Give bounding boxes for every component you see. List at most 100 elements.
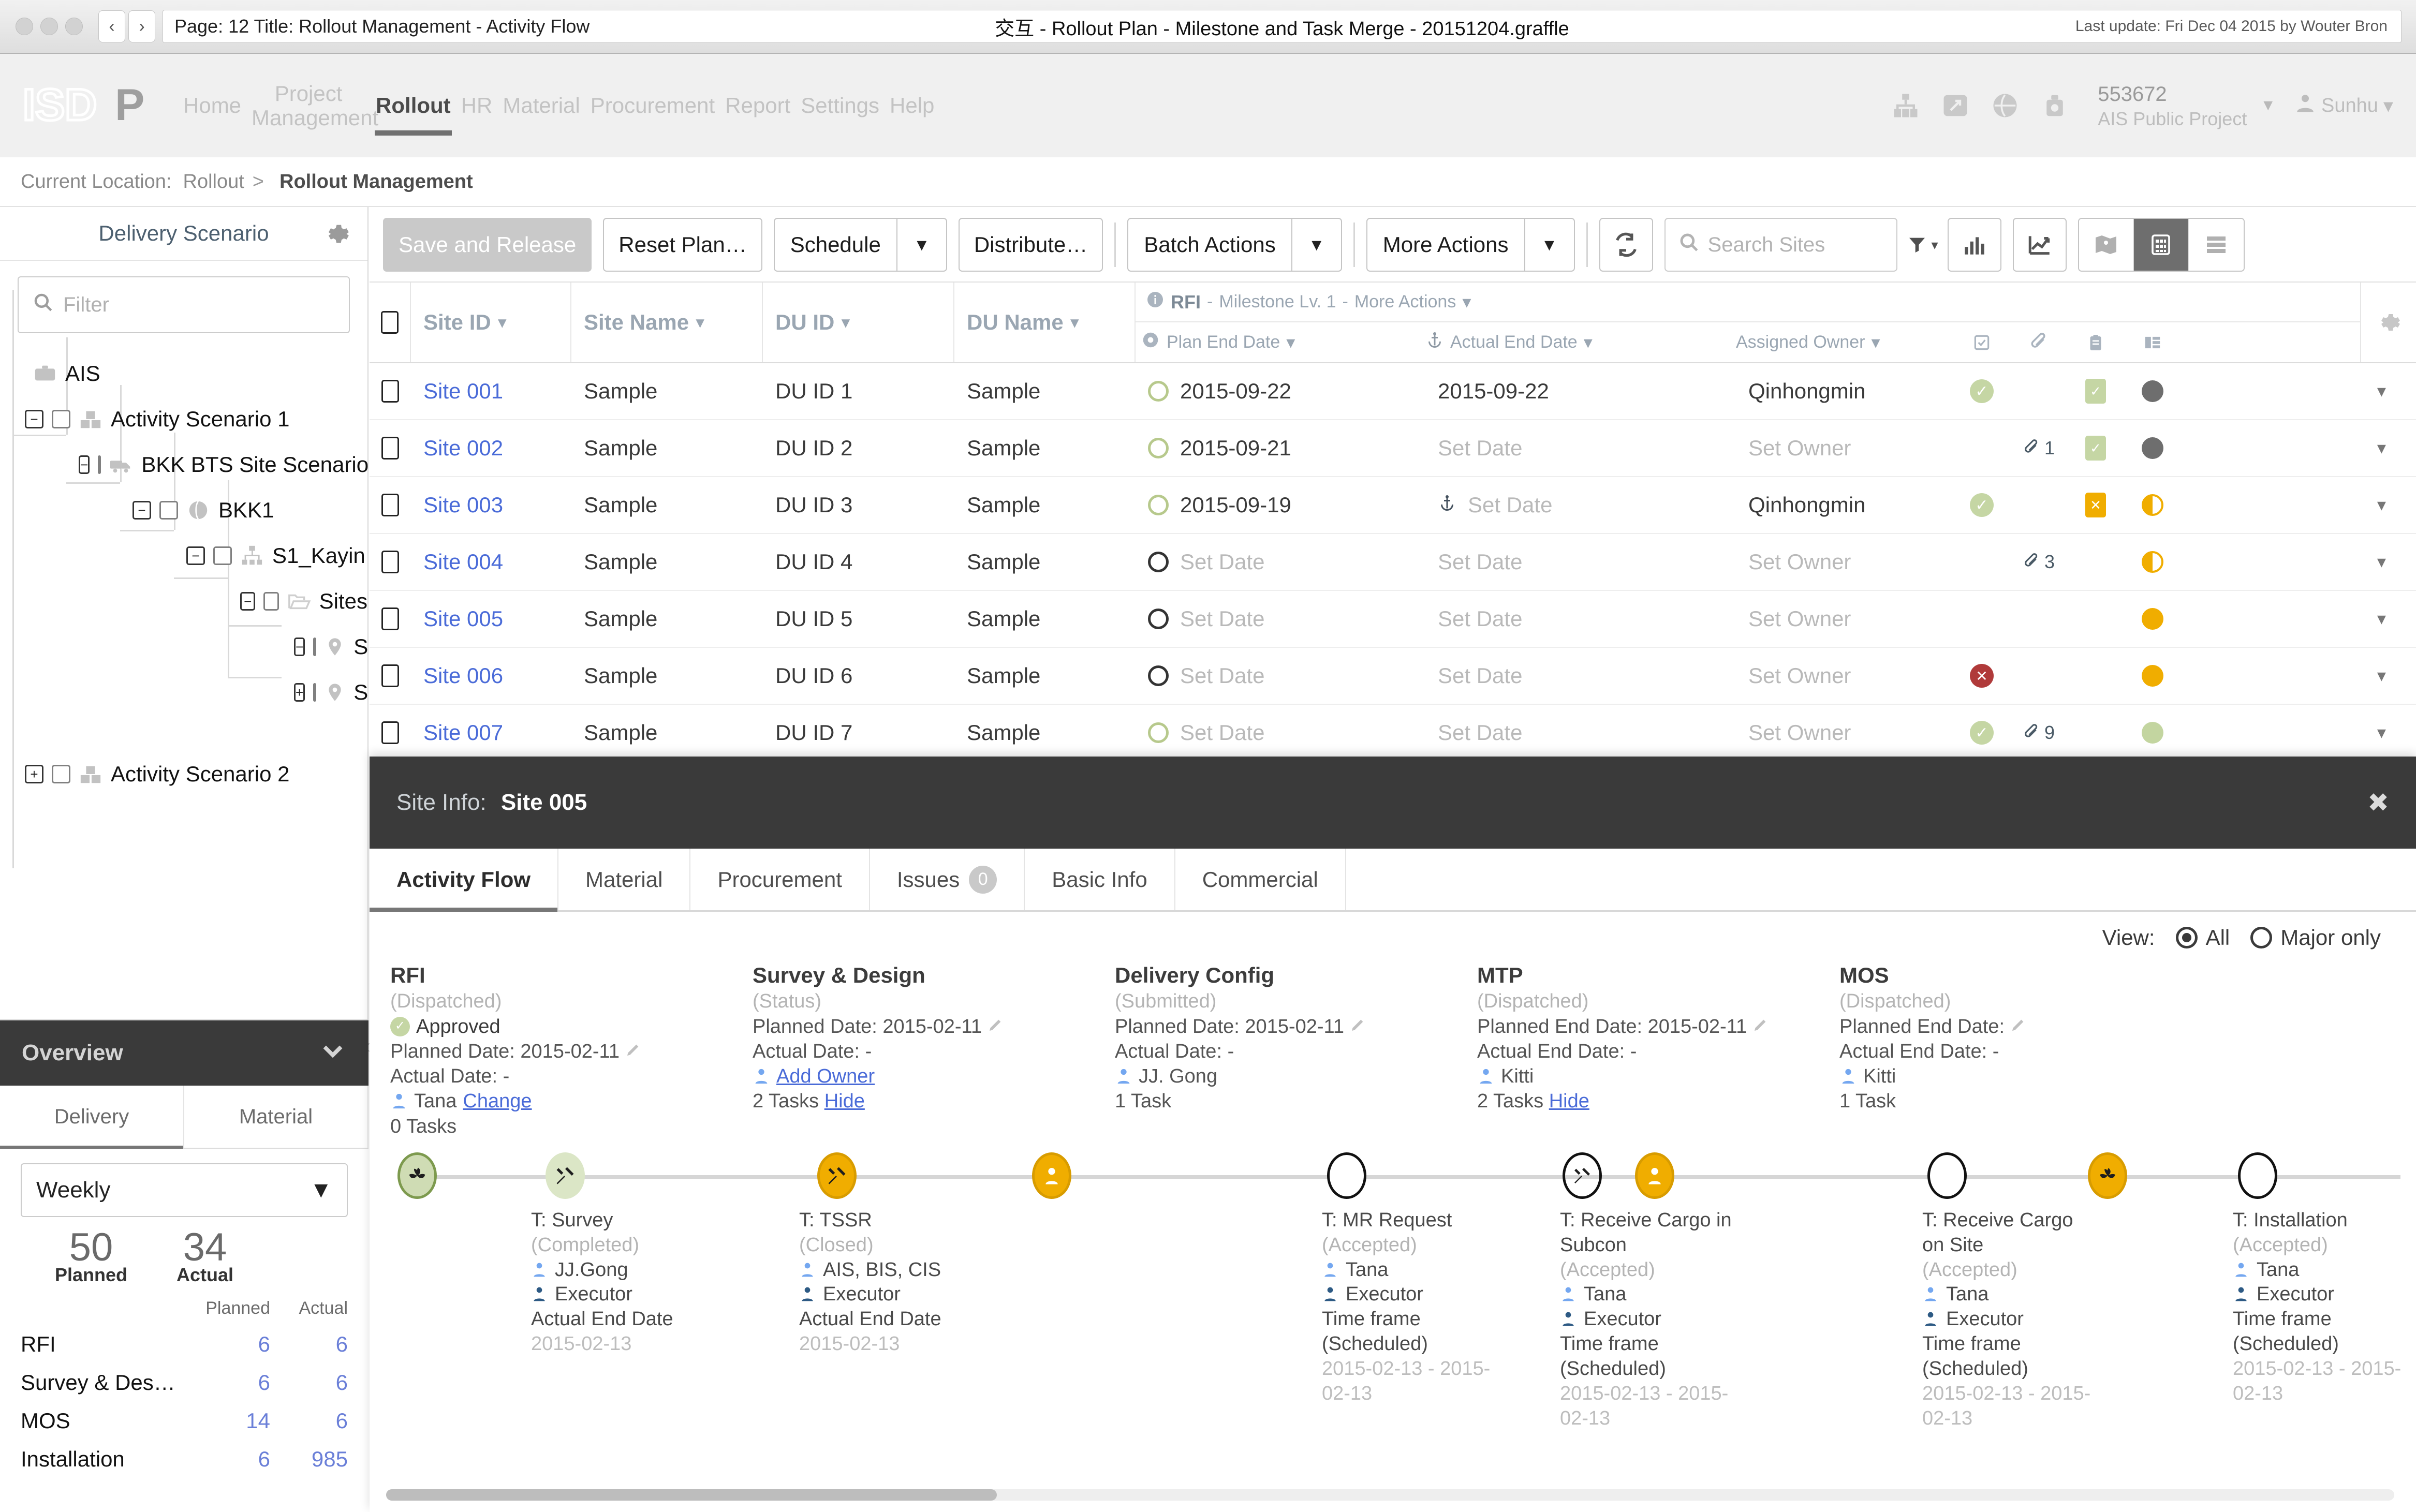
nav-item-settings[interactable]: Settings bbox=[795, 93, 885, 117]
overview-tabs[interactable]: Delivery Material bbox=[0, 1086, 369, 1149]
edit-pencil-icon[interactable] bbox=[988, 1014, 1004, 1031]
row-menu-caret-icon[interactable]: ▾ bbox=[2181, 609, 2416, 629]
schedule-split-button[interactable]: Schedule ▼ bbox=[773, 218, 947, 272]
tree-item-activity-scenario-2[interactable]: + Activity Scenario 2 bbox=[25, 751, 367, 797]
grid-view-icon[interactable] bbox=[2133, 219, 2189, 271]
more-actions-split-button[interactable]: More Actions ▼ bbox=[1366, 218, 1575, 272]
schedule-label[interactable]: Schedule bbox=[775, 219, 896, 271]
hide-tasks-link[interactable]: Hide bbox=[1549, 1090, 1589, 1112]
minimize-window-button[interactable] bbox=[40, 18, 58, 35]
row-checkbox[interactable] bbox=[370, 607, 411, 630]
reset-plan-button[interactable]: Reset Plan… bbox=[603, 218, 762, 272]
column-header-site-id[interactable]: Site ID ▾ bbox=[411, 283, 571, 362]
task-survey[interactable]: T: Survey (Completed) JJ.Gong Executor A… bbox=[531, 1208, 754, 1357]
assigned-owner-cell[interactable]: Qinhongmin bbox=[1736, 493, 1953, 517]
row-checkbox[interactable] bbox=[370, 721, 411, 744]
checkbox-icon[interactable] bbox=[381, 721, 399, 744]
plan-end-date-cell[interactable]: Set Date bbox=[1136, 720, 1425, 745]
checkbox-icon[interactable] bbox=[381, 437, 399, 459]
radio-view-all[interactable]: All bbox=[2175, 925, 2230, 950]
task-mr-request[interactable]: T: MR Request (Accepted) Tana Executor T… bbox=[1322, 1208, 1493, 1406]
period-select[interactable]: Weekly ▼ bbox=[21, 1163, 348, 1217]
more-actions-label[interactable]: More Actions bbox=[1367, 219, 1524, 271]
tab-basic-info[interactable]: Basic Info bbox=[1025, 849, 1175, 910]
row-checkbox[interactable] bbox=[370, 380, 411, 403]
tree-item-bkk-bts-site-scenario[interactable]: − BKK BTS Site Scenario bbox=[79, 442, 369, 487]
row-checkbox[interactable] bbox=[370, 551, 411, 573]
plan-end-date-cell[interactable]: Set Date bbox=[1136, 606, 1425, 631]
distribute-button[interactable]: Distribute… bbox=[958, 218, 1103, 272]
actual-end-date-cell[interactable]: Set Date bbox=[1425, 606, 1736, 631]
user-menu[interactable]: Sunhu ▾ bbox=[2294, 92, 2393, 119]
tree-toggle[interactable]: − bbox=[186, 546, 205, 565]
back-button[interactable]: ‹ bbox=[98, 10, 125, 42]
tree-toggle[interactable]: + bbox=[294, 683, 305, 702]
subcolumn-assigned-owner[interactable]: Assigned Owner ▾ bbox=[1736, 332, 1953, 353]
chevron-down-icon[interactable]: ▼ bbox=[1291, 219, 1341, 271]
forward-button[interactable]: › bbox=[128, 10, 155, 42]
checkbox-icon[interactable] bbox=[381, 551, 399, 573]
plan-end-date-cell[interactable]: 2015-09-21 bbox=[1136, 436, 1425, 461]
save-and-release-button[interactable]: Save and Release bbox=[383, 218, 592, 272]
checkbox-icon[interactable] bbox=[381, 607, 399, 630]
edit-pencil-icon[interactable] bbox=[2010, 1014, 2027, 1031]
tree-toggle[interactable]: − bbox=[294, 638, 305, 656]
checkbox-icon[interactable] bbox=[381, 311, 399, 334]
tree-checkbox[interactable] bbox=[213, 546, 232, 565]
tab-material[interactable]: Material bbox=[558, 849, 691, 910]
row-checkbox[interactable] bbox=[370, 664, 411, 687]
search-input[interactable]: Search Sites bbox=[1664, 218, 1897, 272]
horizontal-scrollbar[interactable] bbox=[386, 1489, 2394, 1501]
trend-chart-icon[interactable] bbox=[2012, 218, 2067, 272]
header-icon-group[interactable] bbox=[1892, 92, 2069, 120]
tree-item-ais[interactable]: AIS bbox=[33, 351, 367, 396]
tab-material[interactable]: Material bbox=[184, 1086, 369, 1148]
tree-checkbox[interactable] bbox=[98, 455, 101, 474]
radio-view-major-only[interactable]: Major only bbox=[2250, 925, 2381, 950]
timeline-node-receive-cargo-subcon[interactable] bbox=[1563, 1152, 1602, 1199]
main-navigation[interactable]: Home Project Management Rollout HR Mater… bbox=[178, 81, 939, 136]
task-tssr[interactable]: T: TSSR (Closed) AIS, BIS, CIS Executor … bbox=[799, 1208, 1022, 1357]
chevron-down-icon[interactable]: ▾ bbox=[1462, 292, 1471, 313]
assigned-owner-cell[interactable]: Set Owner bbox=[1736, 720, 1953, 745]
nav-item-home[interactable]: Home bbox=[178, 93, 246, 117]
timeline-node-rfi[interactable] bbox=[397, 1152, 437, 1199]
refresh-icon[interactable] bbox=[1599, 218, 1653, 272]
tree-toggle[interactable]: − bbox=[79, 455, 90, 474]
actual-end-date-cell[interactable]: 2015-09-22 bbox=[1425, 379, 1736, 404]
site-id-link[interactable]: Site 005 bbox=[423, 606, 503, 631]
row-checkbox[interactable] bbox=[370, 494, 411, 516]
site-id-link[interactable]: Site 001 bbox=[423, 379, 503, 404]
edit-pencil-icon[interactable] bbox=[1752, 1014, 1769, 1031]
plan-end-date-cell[interactable]: Set Date bbox=[1136, 663, 1425, 688]
tab-commercial[interactable]: Commercial bbox=[1175, 849, 1346, 910]
site-id-link[interactable]: Site 006 bbox=[423, 663, 503, 688]
table-row[interactable]: Site 006 Sample DU ID 6 Sample Set Date … bbox=[370, 648, 2416, 705]
project-chevron-down-icon[interactable]: ▼ bbox=[2260, 97, 2276, 114]
site-info-tabs[interactable]: Activity Flow Material Procurement Issue… bbox=[370, 849, 2416, 912]
batch-actions-label[interactable]: Batch Actions bbox=[1128, 219, 1291, 271]
edit-pencil-icon[interactable] bbox=[625, 1039, 642, 1056]
actual-end-date-cell[interactable]: Set Date bbox=[1425, 663, 1736, 688]
tree-toggle[interactable]: − bbox=[240, 592, 256, 611]
site-id-link[interactable]: Site 003 bbox=[423, 493, 503, 517]
timeline-node-mtp[interactable] bbox=[1635, 1152, 1674, 1199]
task-receive-cargo-on-site[interactable]: T: Receive Cargo on Site (Accepted) Tana… bbox=[1922, 1208, 2098, 1431]
window-traffic-lights[interactable] bbox=[16, 18, 83, 35]
edit-pencil-icon[interactable] bbox=[1350, 1014, 1366, 1031]
row-menu-caret-icon[interactable]: ▾ bbox=[2181, 495, 2416, 515]
window-nav-buttons[interactable]: ‹ › bbox=[98, 10, 155, 42]
sort-caret-icon[interactable]: ▾ bbox=[1584, 332, 1593, 353]
tree-checkbox[interactable] bbox=[313, 638, 317, 656]
scrollbar-thumb[interactable] bbox=[386, 1489, 997, 1501]
task-receive-cargo-in-subcon[interactable]: T: Receive Cargo in Subcon (Accepted) Ta… bbox=[1560, 1208, 1736, 1431]
plan-end-date-cell[interactable]: 2015-09-22 bbox=[1136, 379, 1425, 404]
actual-end-date-cell[interactable]: Set Date bbox=[1425, 493, 1736, 517]
column-header-du-id[interactable]: DU ID ▾ bbox=[763, 283, 954, 362]
tree-item-site-001[interactable]: − Site 001 bbox=[294, 624, 460, 670]
tab-delivery[interactable]: Delivery bbox=[0, 1086, 184, 1149]
site-id-link[interactable]: Site 002 bbox=[423, 436, 503, 461]
sort-caret-icon[interactable]: ▾ bbox=[1871, 332, 1880, 353]
timeline-node-mr-request[interactable] bbox=[1327, 1152, 1366, 1199]
sort-caret-icon[interactable]: ▾ bbox=[498, 314, 506, 332]
